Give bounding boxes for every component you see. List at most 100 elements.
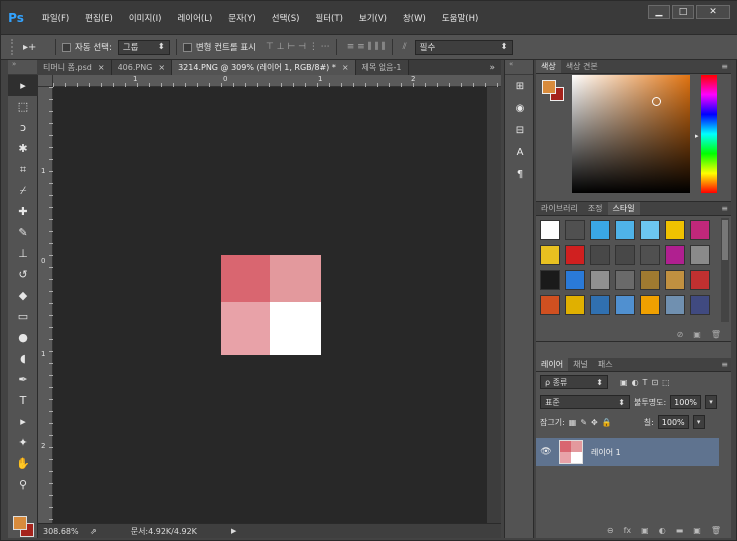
layer-row[interactable]: 👁 레이어 1 — [536, 438, 719, 466]
dodge-tool-icon[interactable]: ◖ — [8, 348, 38, 369]
tab-close-icon[interactable]: × — [158, 63, 165, 72]
close-button[interactable]: ✕ — [696, 5, 730, 19]
tab-styles[interactable]: 스타일 — [607, 202, 640, 215]
style-swatch[interactable] — [690, 270, 710, 290]
tab-close-icon[interactable]: × — [98, 63, 105, 72]
move-tool-preset-icon[interactable]: ▸+ — [23, 42, 49, 53]
new-group-icon[interactable]: ▬ — [676, 526, 684, 535]
style-swatch[interactable] — [565, 270, 585, 290]
vertical-ruler[interactable]: 1 0 1 2 — [38, 87, 53, 523]
auto-select-checkbox[interactable] — [62, 42, 71, 52]
style-swatch[interactable] — [590, 270, 610, 290]
opacity-dropdown-icon[interactable]: ▾ — [705, 395, 718, 409]
style-swatch[interactable] — [615, 295, 635, 315]
menu-item[interactable]: 보기(V) — [352, 12, 394, 24]
maximize-button[interactable]: □ — [672, 5, 694, 19]
add-mask-icon[interactable]: ▣ — [641, 526, 649, 535]
style-swatch[interactable] — [690, 245, 710, 265]
marquee-tool-icon[interactable]: ⬚ — [8, 96, 38, 117]
style-swatch[interactable] — [590, 220, 610, 240]
status-menu-arrow-icon[interactable]: ▶ — [231, 527, 236, 535]
auto-select-option[interactable]: 자동 선택: — [62, 41, 112, 53]
foreground-color-swatch[interactable] — [13, 516, 27, 530]
zoom-level[interactable]: 308.68% — [38, 527, 90, 536]
clear-style-icon[interactable]: ⊘ — [677, 330, 684, 339]
style-swatch[interactable] — [590, 295, 610, 315]
document-image[interactable] — [221, 255, 321, 355]
style-swatch[interactable] — [640, 270, 660, 290]
ruler-origin[interactable] — [38, 75, 53, 87]
lock-position-icon[interactable]: ✥ — [591, 418, 598, 427]
tab-libraries[interactable]: 라이브러리 — [536, 202, 583, 215]
style-swatch[interactable] — [665, 220, 685, 240]
menu-item[interactable]: 창(W) — [396, 12, 433, 24]
tab-layers[interactable]: 레이어 — [536, 358, 569, 371]
menu-item[interactable]: 선택(S) — [265, 12, 307, 24]
style-swatch[interactable] — [540, 295, 560, 315]
layer-kind-filter[interactable]: ρ 종류 ⬍ — [540, 375, 608, 389]
style-swatch[interactable] — [565, 245, 585, 265]
tab-swatches[interactable]: 색상 견본 — [561, 60, 603, 73]
menu-item[interactable]: 파일(F) — [35, 12, 76, 24]
tab-adjustments[interactable]: 조정 — [583, 202, 608, 215]
auto-align-layers-icon[interactable]: ⫽ — [403, 42, 407, 52]
tools-panel-collapse-icon[interactable]: » — [8, 60, 37, 75]
panel-menu-icon[interactable]: ≡ — [721, 358, 731, 371]
panel-foreground-color[interactable] — [542, 80, 556, 94]
zoom-tool-icon[interactable]: ⚲ — [8, 474, 38, 495]
document-tab[interactable]: 티머니 폼.psd × — [37, 60, 112, 75]
icon-strip-collapse-icon[interactable]: « — [505, 60, 533, 75]
pixel-layer-filter-icon[interactable]: ▣ — [620, 378, 628, 387]
type-tool-icon[interactable]: T — [8, 390, 38, 411]
adjustment-layer-filter-icon[interactable]: ◐ — [632, 378, 639, 387]
lock-transparency-icon[interactable]: ▦ — [569, 418, 577, 427]
share-icon[interactable]: ⇗ — [90, 527, 97, 536]
style-swatch[interactable] — [540, 245, 560, 265]
gradient-tool-icon[interactable]: ▭ — [8, 306, 38, 327]
paragraph-panel-icon[interactable]: ¶ — [505, 163, 535, 185]
color-picker-marker[interactable] — [652, 97, 661, 106]
history-panel-icon[interactable]: ⊞ — [505, 75, 535, 97]
canvas-area[interactable] — [53, 87, 501, 523]
path-selection-tool-icon[interactable]: ▸ — [8, 411, 38, 432]
style-swatch[interactable] — [565, 295, 585, 315]
fill-dropdown-icon[interactable]: ▾ — [692, 415, 705, 429]
document-tab[interactable]: 3214.PNG @ 309% (레이어 1, RGB/8#) * × — [172, 60, 356, 75]
tab-paths[interactable]: 패스 — [593, 358, 618, 371]
opacity-input[interactable]: 100% — [670, 395, 702, 409]
style-swatch[interactable] — [665, 245, 685, 265]
style-swatch[interactable] — [665, 270, 685, 290]
menu-item[interactable]: 이미지(I) — [122, 12, 169, 24]
style-swatch[interactable] — [640, 295, 660, 315]
healing-tool-icon[interactable]: ✚ — [8, 201, 38, 222]
menu-item[interactable]: 편집(E) — [78, 12, 120, 24]
panel-menu-icon[interactable]: ≡ — [721, 60, 731, 73]
style-swatch[interactable] — [640, 245, 660, 265]
lasso-tool-icon[interactable]: ↄ — [8, 117, 38, 138]
menu-item[interactable]: 레이어(L) — [170, 12, 219, 24]
tab-close-icon[interactable]: × — [342, 63, 349, 72]
style-swatch[interactable] — [540, 220, 560, 240]
style-swatch[interactable] — [665, 295, 685, 315]
transform-controls-checkbox[interactable] — [182, 42, 192, 52]
hand-tool-icon[interactable]: ✋ — [8, 453, 38, 474]
document-tab[interactable]: 제목 없음-1 — [355, 60, 409, 75]
distribute-buttons[interactable]: ≡ ≡ ⫼ ⫼ ⫼ — [347, 42, 386, 52]
style-swatch[interactable] — [615, 245, 635, 265]
tab-channels[interactable]: 채널 — [568, 358, 593, 371]
shape-layer-filter-icon[interactable]: ⊡ — [651, 378, 658, 387]
link-layers-icon[interactable]: ⊖ — [607, 526, 614, 535]
brush-tool-icon[interactable]: ✎ — [8, 222, 38, 243]
styles-scrollbar[interactable] — [721, 218, 729, 322]
style-swatch[interactable] — [690, 220, 710, 240]
style-swatch[interactable] — [640, 220, 660, 240]
visibility-eye-icon[interactable]: 👁 — [536, 447, 556, 457]
move-tool-icon[interactable]: ▸ — [8, 75, 38, 96]
stamp-tool-icon[interactable]: ⊥ — [8, 243, 38, 264]
show-transform-controls-option[interactable]: 변형 컨트롤 표시 — [182, 41, 256, 53]
lock-pixels-icon[interactable]: ✎ — [580, 418, 587, 427]
layer-name[interactable]: 레이어 1 — [591, 447, 621, 458]
canvas-vertical-scrollbar[interactable] — [487, 87, 501, 523]
eyedropper-tool-icon[interactable]: ⌿ — [8, 180, 38, 201]
lock-all-icon[interactable]: 🔒 — [602, 418, 612, 427]
